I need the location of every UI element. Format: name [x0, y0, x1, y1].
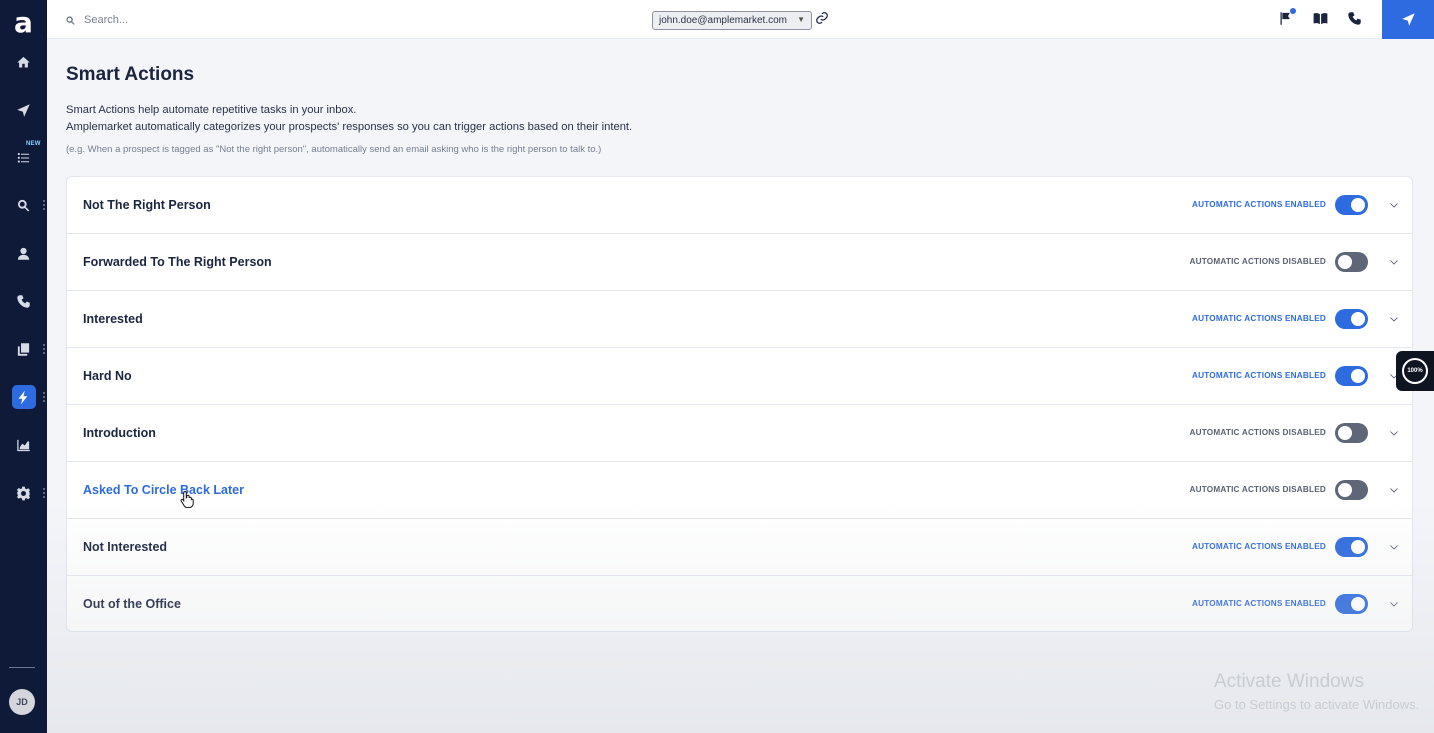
row-name: Interested	[83, 312, 143, 326]
sidebar-divider	[9, 667, 35, 668]
sidebar: a NEW JD	[0, 0, 47, 733]
zoom-level: 100%	[1402, 358, 1428, 384]
example-text: (e.g. When a prospect is tagged as "Not …	[66, 144, 602, 155]
automatic-actions-toggle[interactable]	[1335, 252, 1368, 272]
smart-action-row[interactable]: Asked To Circle Back Later AUTOMATIC ACT…	[67, 462, 1412, 519]
row-status: AUTOMATIC ACTIONS DISABLED	[1189, 428, 1326, 437]
account-select-value: john.doe@amplemarket.com	[659, 15, 787, 26]
row-name: Asked To Circle Back Later	[83, 483, 244, 497]
notification-dot	[1290, 8, 1296, 14]
automatic-actions-toggle[interactable]	[1335, 594, 1368, 614]
automatic-actions-toggle[interactable]	[1335, 195, 1368, 215]
row-name: Not Interested	[83, 540, 168, 554]
automatic-actions-toggle[interactable]	[1335, 537, 1368, 557]
search-icon	[17, 199, 30, 211]
automatic-actions-toggle[interactable]	[1335, 309, 1368, 329]
windows-activation-watermark: Activate Windows Go to Settings to activ…	[1214, 671, 1419, 712]
sidebar-item-analytics[interactable]	[0, 425, 47, 465]
gear-icon	[17, 486, 30, 500]
zoom-indicator[interactable]: 100%	[1396, 351, 1434, 391]
sidebar-item-tasks[interactable]: NEW	[0, 137, 47, 177]
automatic-actions-toggle[interactable]	[1335, 423, 1368, 443]
new-badge: NEW	[26, 141, 41, 147]
row-name: Introduction	[83, 426, 156, 440]
chevron-down-icon[interactable]	[1388, 426, 1400, 438]
description-line-1: Smart Actions help automate repetitive t…	[66, 104, 357, 116]
smart-action-row[interactable]: Hard No AUTOMATIC ACTIONS ENABLED	[67, 348, 1412, 405]
home-icon	[17, 56, 30, 67]
row-status: AUTOMATIC ACTIONS DISABLED	[1189, 257, 1326, 266]
sidebar-item-smart-actions[interactable]	[0, 377, 47, 417]
chevron-down-icon[interactable]	[1388, 483, 1400, 495]
smart-action-row[interactable]: Not The Right Person AUTOMATIC ACTIONS E…	[67, 177, 1412, 234]
flag-icon[interactable]	[1278, 8, 1296, 27]
phone-icon[interactable]	[1347, 11, 1363, 27]
avatar[interactable]: JD	[9, 689, 35, 715]
chevron-down-icon[interactable]	[1388, 255, 1400, 267]
row-status: AUTOMATIC ACTIONS DISABLED	[1189, 485, 1326, 494]
row-status: AUTOMATIC ACTIONS ENABLED	[1191, 200, 1326, 209]
description-line-2: Amplemarket automatically categorizes yo…	[66, 121, 633, 133]
chevron-down-icon[interactable]	[1388, 597, 1400, 609]
person-icon	[17, 247, 30, 260]
phone-icon	[17, 294, 30, 308]
sidebar-item-home[interactable]	[0, 42, 47, 82]
smart-action-row[interactable]: Interested AUTOMATIC ACTIONS ENABLED	[67, 291, 1412, 348]
smart-action-row[interactable]: Forwarded To The Right Person AUTOMATIC …	[67, 234, 1412, 291]
search-input[interactable]	[84, 14, 344, 26]
row-status: AUTOMATIC ACTIONS ENABLED	[1191, 314, 1326, 323]
hand-cursor-icon	[180, 490, 194, 509]
chevron-down-icon[interactable]	[1388, 540, 1400, 552]
chart-icon	[17, 439, 30, 451]
automatic-actions-toggle[interactable]	[1335, 480, 1368, 500]
account-select[interactable]: john.doe@amplemarket.com ▼	[652, 11, 812, 30]
sidebar-item-contacts[interactable]	[0, 233, 47, 273]
app-logo[interactable]: a	[0, 0, 47, 44]
page-title: Smart Actions	[66, 64, 195, 85]
watermark-subtitle: Go to Settings to activate Windows.	[1214, 697, 1420, 712]
chevron-down-icon[interactable]	[1388, 312, 1400, 324]
watermark-title: Activate Windows	[1214, 671, 1364, 692]
sidebar-item-calls[interactable]	[0, 281, 47, 321]
search-icon	[66, 15, 75, 25]
send-icon	[1401, 13, 1415, 26]
smart-action-row[interactable]: Introduction AUTOMATIC ACTIONS DISABLED	[67, 405, 1412, 462]
sidebar-item-search[interactable]	[0, 185, 47, 225]
top-bar: john.doe@amplemarket.com ▼	[47, 0, 1434, 39]
copy-icon	[17, 342, 30, 356]
link-icon[interactable]	[815, 11, 829, 25]
sidebar-item-settings[interactable]	[0, 473, 47, 513]
send-icon	[17, 103, 30, 117]
chevron-down-icon: ▼	[797, 15, 805, 24]
lightning-icon	[18, 390, 28, 404]
chevron-down-icon[interactable]	[1388, 198, 1400, 210]
smart-action-row[interactable]: Not Interested AUTOMATIC ACTIONS ENABLED	[67, 519, 1412, 576]
row-name: Out of the Office	[83, 597, 181, 611]
sidebar-item-templates[interactable]	[0, 329, 47, 369]
automatic-actions-toggle[interactable]	[1335, 366, 1368, 386]
row-status: AUTOMATIC ACTIONS ENABLED	[1191, 542, 1326, 551]
row-name: Hard No	[83, 369, 132, 383]
book-icon[interactable]	[1313, 11, 1329, 27]
smart-action-row[interactable]: Out of the Office AUTOMATIC ACTIONS ENAB…	[67, 576, 1412, 631]
row-status: AUTOMATIC ACTIONS ENABLED	[1191, 371, 1326, 380]
row-name: Not The Right Person	[83, 198, 211, 212]
sidebar-item-sequences[interactable]	[0, 90, 47, 130]
compose-button[interactable]	[1382, 0, 1434, 39]
list-icon	[17, 152, 30, 162]
smart-actions-list: Not The Right Person AUTOMATIC ACTIONS E…	[66, 176, 1413, 632]
row-name: Forwarded To The Right Person	[83, 255, 272, 269]
row-status: AUTOMATIC ACTIONS ENABLED	[1191, 599, 1326, 608]
search-box	[65, 10, 365, 30]
